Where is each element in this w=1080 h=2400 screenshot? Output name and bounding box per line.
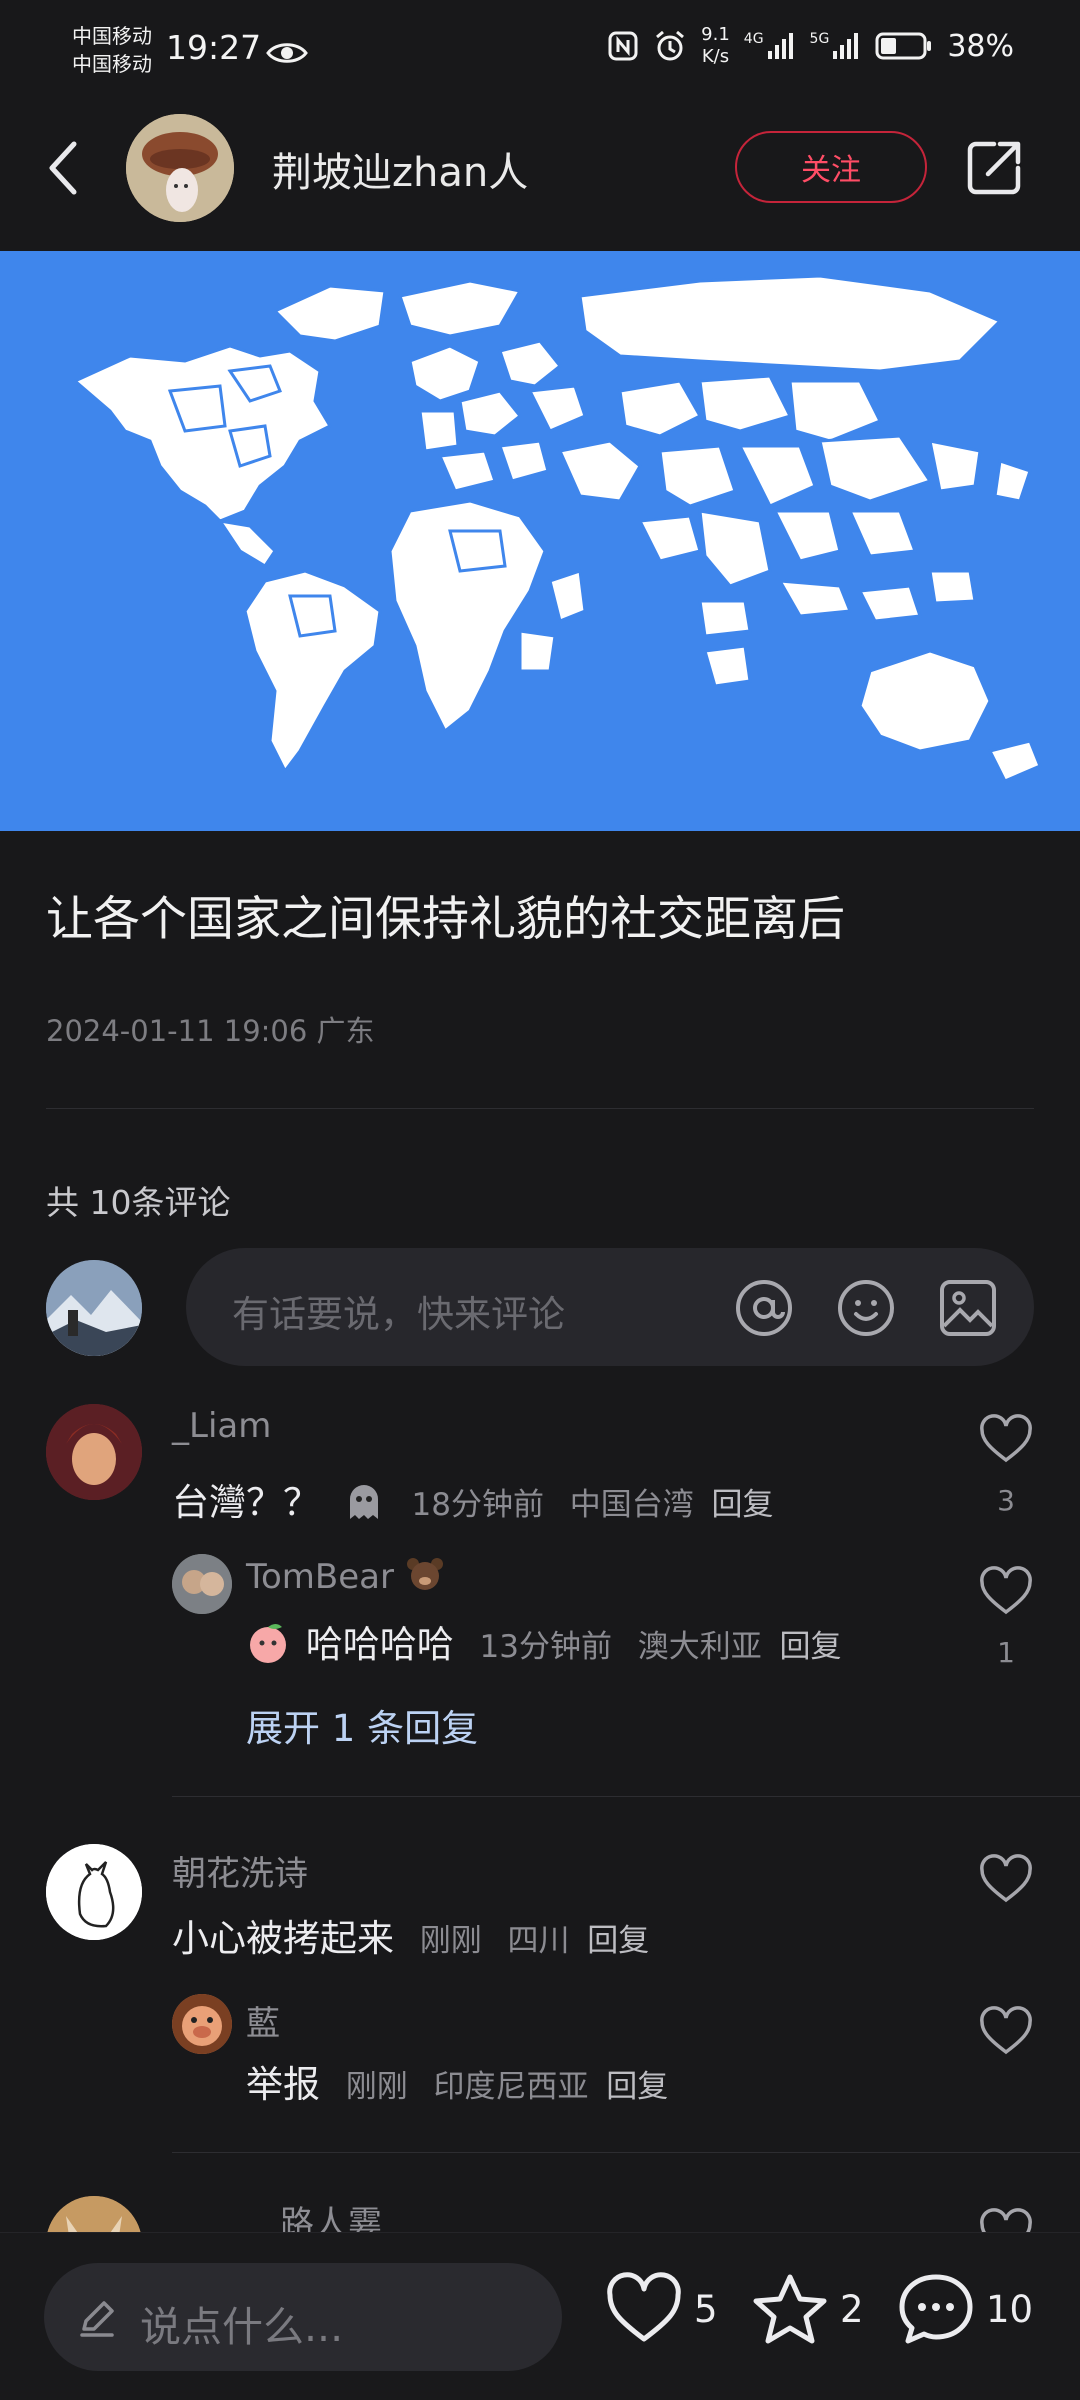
comment-time: 刚刚: [419, 1923, 482, 1959]
post-title: 让各个国家之间保持礼貌的社交距离后: [46, 892, 845, 947]
signal-2: 5G: [810, 31, 862, 61]
bear-emoji-icon: [406, 1558, 443, 1590]
expand-replies-button[interactable]: 展开 1 条回复: [246, 1698, 478, 1752]
mention-icon[interactable]: [734, 1278, 794, 1338]
comment-count: 共 10条评论: [46, 1183, 231, 1222]
cat-avatar-icon: [46, 1844, 142, 1940]
bottom-bar: 说点什么... 5 2 10: [0, 2232, 1080, 2400]
comment-input[interactable]: 有话要说，快来评论: [186, 1248, 1034, 1366]
carrier-1: 中国移动: [72, 24, 152, 48]
like-heart-icon[interactable]: [978, 2004, 1034, 2060]
like-count: 1: [997, 1636, 1015, 1669]
mushroom-avatar-icon: [126, 114, 234, 222]
comment-action[interactable]: 10: [896, 2271, 1033, 2347]
peach-emoji-icon: [250, 1624, 286, 1663]
net-speed: 9.1 K/s: [701, 24, 730, 68]
reply-button[interactable]: 回复: [587, 1923, 649, 1959]
comment-avatar[interactable]: [46, 1844, 142, 1940]
post-meta: 2024-01-11 19:06 广东: [46, 1014, 375, 1048]
back-arrow-icon[interactable]: [44, 140, 80, 196]
comment-location: 中国台湾: [569, 1487, 694, 1523]
say-something-input[interactable]: 说点什么...: [44, 2263, 562, 2371]
comment-count-bottom: 10: [986, 2287, 1034, 2331]
like-count: 3: [997, 1484, 1015, 1517]
alarm-icon: [656, 30, 685, 61]
comment-time: 18分钟前: [411, 1487, 544, 1523]
my-avatar[interactable]: [46, 1260, 142, 1356]
reply-button[interactable]: 回复: [780, 1629, 842, 1665]
reply-time: 刚刚: [345, 2069, 408, 2105]
favorite-action[interactable]: 2: [750, 2271, 864, 2347]
reply-body: 哈哈哈哈 13分钟前 澳大利亚 回复: [246, 1614, 842, 1668]
people-avatar-icon: [172, 1554, 232, 1614]
signal-bars-icon: [767, 33, 793, 59]
reply-avatar[interactable]: [172, 1994, 232, 2054]
battery-percent: 38%: [947, 28, 1014, 64]
status-time: 19:27: [166, 28, 262, 67]
comment-input-placeholder: 有话要说，快来评论: [232, 1293, 565, 1336]
comment-body: 小心被拷起来 刚刚 四川 回复: [172, 1908, 649, 1962]
pig-avatar-icon: [172, 1994, 232, 2054]
battery-icon: [875, 32, 932, 60]
comment-text: 小心被拷起来: [172, 1917, 394, 1960]
reply-text: 哈哈哈哈: [305, 1623, 454, 1666]
reply-location: 印度尼西亚: [433, 2069, 589, 2105]
comment-divider: [172, 1796, 1080, 1797]
author-avatar[interactable]: [126, 114, 234, 222]
status-right: 9.1 K/s 4G 5G 38%: [607, 24, 1014, 68]
image-icon[interactable]: [938, 1278, 998, 1338]
signal-bars-icon: [833, 33, 859, 59]
comment-username[interactable]: 朝花洗诗: [172, 1846, 308, 1895]
heart-icon: [607, 2272, 681, 2342]
comment-username[interactable]: _Liam: [172, 1406, 271, 1446]
pencil-icon: [80, 2301, 114, 2337]
divider: [46, 1108, 1034, 1109]
reply-text: 举报: [246, 2063, 320, 2106]
ghost-emoji-icon: [349, 1485, 378, 1519]
like-heart-icon[interactable]: [978, 1412, 1034, 1468]
comment-bubble-icon: [899, 2274, 973, 2344]
like-count: 5: [694, 2287, 718, 2331]
like-action[interactable]: 5: [604, 2271, 718, 2347]
star-icon: [753, 2274, 827, 2344]
reply-location: 澳大利亚: [637, 1629, 762, 1665]
carrier-2: 中国移动: [72, 52, 152, 76]
network-type-2: 5G: [809, 31, 830, 47]
share-icon[interactable]: [964, 138, 1024, 198]
reply-button[interactable]: 回复: [712, 1487, 774, 1523]
say-something-placeholder: 说点什么...: [140, 2303, 344, 2351]
signal-1: 4G: [744, 31, 796, 61]
network-type-1: 4G: [743, 31, 764, 47]
emoji-icon[interactable]: [836, 1278, 896, 1338]
comment-body: 台灣？？ 18分钟前 中国台湾 回复: [172, 1472, 774, 1526]
hercules-avatar-icon: [46, 1404, 142, 1500]
follow-button[interactable]: 关注: [735, 131, 927, 203]
author-name[interactable]: 荆坡辿zhan人: [272, 140, 528, 198]
nfc-icon: [608, 31, 638, 61]
net-speed-unit: K/s: [701, 46, 730, 67]
comment-text: 台灣？？: [172, 1481, 320, 1524]
reply-button[interactable]: 回复: [606, 2069, 668, 2105]
reply-body: 举报 刚刚 印度尼西亚 回复: [246, 2054, 668, 2108]
post-image-world-map[interactable]: [0, 251, 1080, 831]
eye-icon: [266, 43, 308, 63]
carrier-labels: 中国移动 中国移动: [72, 22, 152, 78]
reply-username[interactable]: TomBear: [246, 1556, 445, 1597]
reply-time: 13分钟前: [479, 1629, 612, 1665]
like-heart-icon[interactable]: [978, 1852, 1034, 1908]
reply-username-text: TomBear: [246, 1557, 394, 1597]
reply-avatar[interactable]: [172, 1554, 232, 1614]
reply-username[interactable]: 藍: [246, 1996, 280, 2045]
comment-avatar[interactable]: [46, 1404, 142, 1500]
comment-location: 四川: [507, 1923, 570, 1959]
net-speed-value: 9.1: [701, 24, 730, 45]
mountain-avatar-icon: [46, 1260, 142, 1356]
like-heart-icon[interactable]: [978, 1564, 1034, 1620]
comment-divider: [172, 2152, 1080, 2153]
world-map-graphic: [72, 274, 1042, 783]
star-count: 2: [840, 2287, 864, 2331]
